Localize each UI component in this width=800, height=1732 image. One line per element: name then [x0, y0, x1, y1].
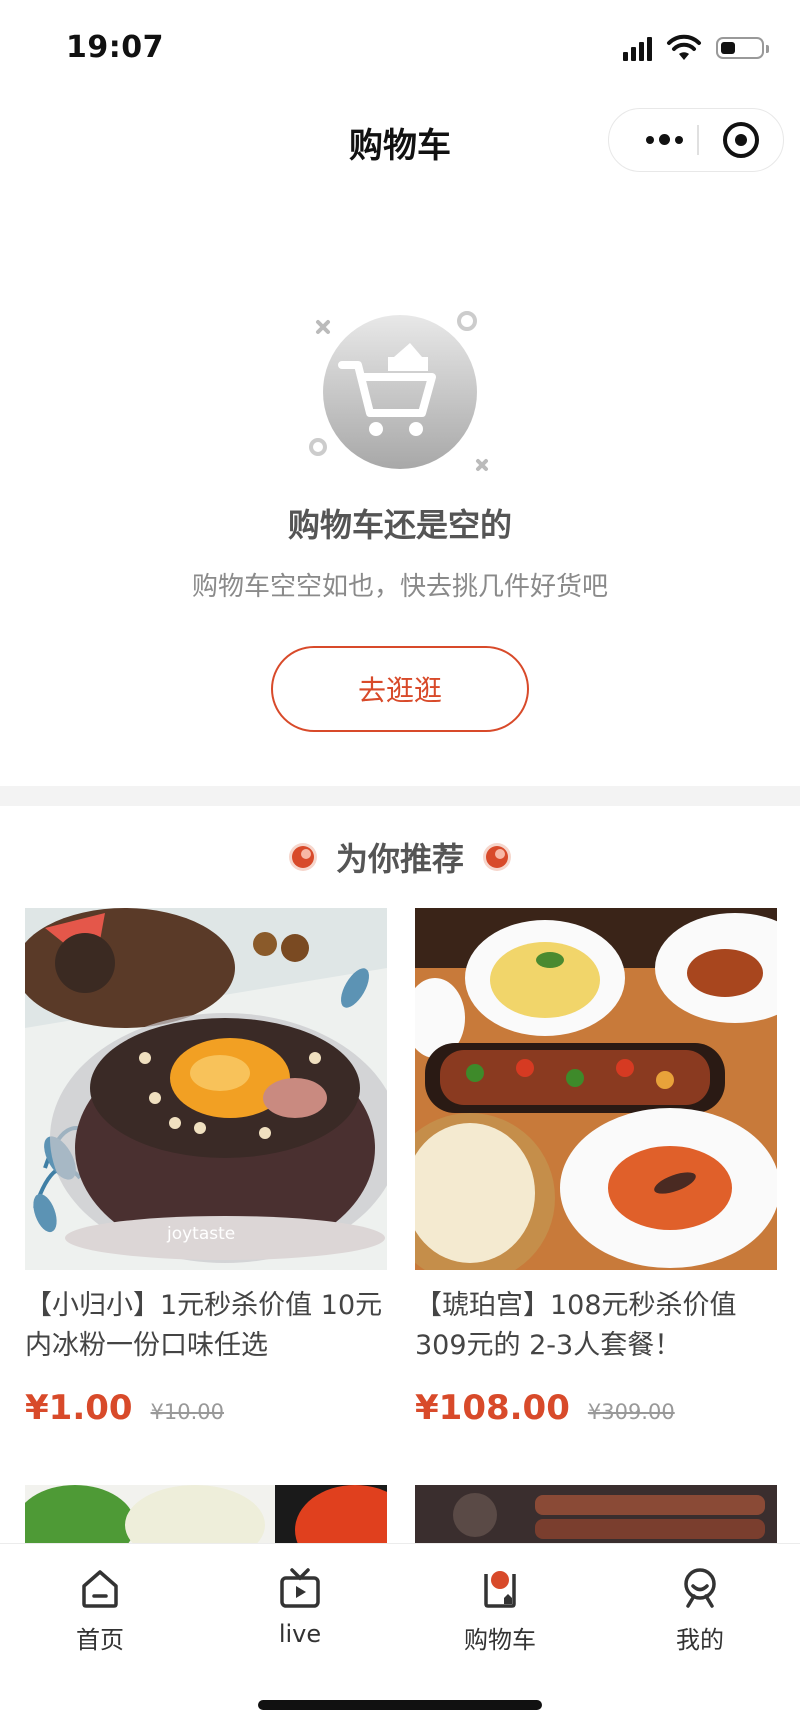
- product-card-partial[interactable]: [25, 1485, 387, 1545]
- recommend-title: 为你推荐: [335, 840, 464, 878]
- capsule-divider: [697, 125, 699, 155]
- status-bar: 19:07: [0, 0, 800, 100]
- go-shopping-button[interactable]: 去逛逛: [271, 646, 529, 732]
- product-card-partial[interactable]: [415, 1485, 777, 1545]
- empty-cart-title: 购物车还是空的: [287, 506, 512, 544]
- product-price: ¥1.00: [25, 1388, 133, 1428]
- image-watermark: joytaste: [167, 1224, 236, 1244]
- tab-live[interactable]: live: [200, 1556, 400, 1656]
- cart-icon: [484, 1571, 516, 1608]
- status-icons: [623, 34, 769, 62]
- tab-label: 购物车: [464, 1626, 536, 1654]
- product-image-bingfen[interactable]: joytaste: [25, 908, 387, 1270]
- product-card[interactable]: 【琥珀宫】108元秒杀价值309元的 2-3人套餐！ ¥108.00 ¥309.…: [415, 908, 777, 1428]
- tab-home[interactable]: 首页: [0, 1556, 200, 1656]
- tab-label: 首页: [76, 1626, 124, 1654]
- product-prices: ¥108.00 ¥309.00: [415, 1388, 777, 1428]
- empty-cart-subtitle: 购物车空空如也，快去挑几件好货吧: [191, 572, 608, 602]
- recommend-header: 为你推荐: [0, 832, 800, 882]
- tab-profile[interactable]: 我的: [600, 1556, 800, 1656]
- product-name[interactable]: 【小归小】1元秒杀价值 10元内冰粉一份口味任选: [25, 1286, 387, 1366]
- home-icon: [82, 1570, 118, 1608]
- tab-label: live: [278, 1620, 322, 1648]
- product-original-price: ¥10.00: [150, 1400, 225, 1424]
- status-time: 19:07: [66, 30, 164, 65]
- ellipsis-icon[interactable]: [631, 109, 697, 170]
- empty-cart-icon: [309, 311, 488, 471]
- recommend-dot-icon: [291, 846, 314, 868]
- product-prices: ¥1.00 ¥10.00: [25, 1388, 387, 1428]
- target-close-icon[interactable]: [723, 122, 759, 158]
- product-original-price: ¥309.00: [587, 1400, 675, 1424]
- battery-icon: [716, 37, 769, 59]
- tab-label: 我的: [676, 1626, 724, 1654]
- profile-icon: [684, 1568, 716, 1608]
- product-image-set-meal[interactable]: [415, 908, 777, 1270]
- recommend-dot-icon: [486, 846, 508, 868]
- product-price: ¥108.00: [415, 1388, 570, 1428]
- product-card[interactable]: joytaste 【小归小】1元秒杀价值 10元内冰粉一份口味任选 ¥1.00 …: [25, 908, 387, 1428]
- mini-program-capsule: [608, 108, 784, 172]
- home-indicator: [258, 1700, 542, 1710]
- wifi-icon: [667, 34, 701, 60]
- tab-cart[interactable]: 购物车: [400, 1556, 600, 1656]
- tv-icon: [280, 1568, 320, 1608]
- signal-icon: [623, 35, 652, 61]
- section-divider: [0, 786, 800, 806]
- product-name[interactable]: 【琥珀宫】108元秒杀价值309元的 2-3人套餐！: [415, 1286, 777, 1366]
